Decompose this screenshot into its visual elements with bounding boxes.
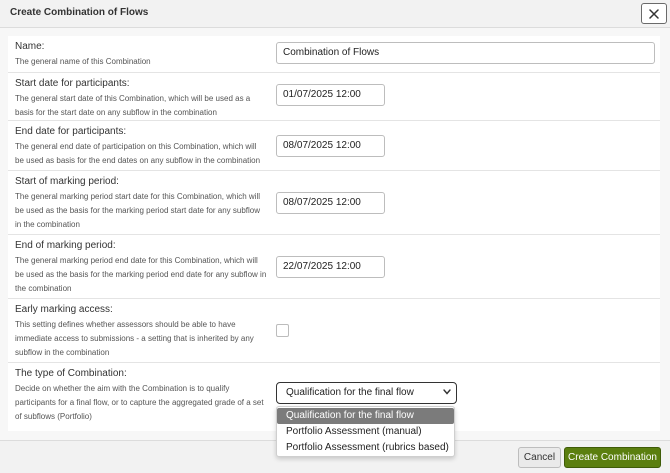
start-participants-description: The general start date of this Combinati… bbox=[15, 94, 251, 117]
create-combination-button[interactable]: Create Combination bbox=[564, 447, 661, 468]
end-marking-label: End of marking period: bbox=[15, 240, 116, 251]
type-label: The type of Combination: bbox=[15, 368, 127, 379]
type-select-value: Qualification for the final flow bbox=[286, 387, 414, 398]
type-dropdown-list: Qualification for the final flow Portfol… bbox=[276, 406, 455, 457]
field-row-start-marking: Start of marking period: The general mar… bbox=[8, 171, 660, 235]
chevron-down-icon bbox=[443, 389, 451, 395]
dropdown-option-qualification[interactable]: Qualification for the final flow bbox=[277, 408, 454, 424]
end-participants-label: End date for participants: bbox=[15, 126, 127, 137]
name-description: The general name of this Combination bbox=[15, 57, 151, 66]
end-participants-description: The general end date of participation on… bbox=[15, 142, 261, 165]
start-marking-label: Start of marking period: bbox=[15, 176, 119, 187]
end-marking-description: The general marking period end date for … bbox=[15, 256, 267, 293]
end-marking-input[interactable]: 22/07/2025 12:00 bbox=[276, 256, 385, 278]
dialog-header: Create Combination of Flows bbox=[0, 0, 670, 28]
name-input[interactable]: Combination of Flows bbox=[276, 42, 655, 64]
field-row-early-marking: Early marking access: This setting defin… bbox=[8, 299, 660, 363]
dropdown-option-portfolio-rubrics[interactable]: Portfolio Assessment (rubrics based) bbox=[277, 440, 454, 456]
type-description: Decide on whether the aim with the Combi… bbox=[15, 384, 264, 421]
close-icon bbox=[649, 8, 659, 19]
dialog-title: Create Combination of Flows bbox=[10, 7, 149, 18]
close-button[interactable] bbox=[641, 3, 667, 24]
type-select[interactable]: Qualification for the final flow bbox=[276, 382, 457, 404]
dropdown-option-portfolio-manual[interactable]: Portfolio Assessment (manual) bbox=[277, 424, 454, 440]
field-row-end-participants: End date for participants: The general e… bbox=[8, 121, 660, 171]
early-marking-description: This setting defines whether assessors s… bbox=[15, 320, 254, 357]
start-participants-label: Start date for participants: bbox=[15, 78, 130, 89]
field-row-name: Name: The general name of this Combinati… bbox=[8, 36, 660, 73]
cancel-button[interactable]: Cancel bbox=[518, 447, 561, 468]
start-marking-input[interactable]: 08/07/2025 12:00 bbox=[276, 192, 385, 214]
end-participants-input[interactable]: 08/07/2025 12:00 bbox=[276, 135, 385, 157]
start-marking-description: The general marking period start date fo… bbox=[15, 192, 261, 229]
field-row-end-marking: End of marking period: The general marki… bbox=[8, 235, 660, 299]
start-participants-input[interactable]: 01/07/2025 12:00 bbox=[276, 84, 385, 106]
early-marking-checkbox[interactable] bbox=[276, 324, 289, 337]
early-marking-label: Early marking access: bbox=[15, 304, 113, 315]
field-row-start-participants: Start date for participants: The general… bbox=[8, 73, 660, 121]
dialog-body: Name: The general name of this Combinati… bbox=[0, 28, 670, 440]
name-label: Name: bbox=[15, 41, 45, 52]
